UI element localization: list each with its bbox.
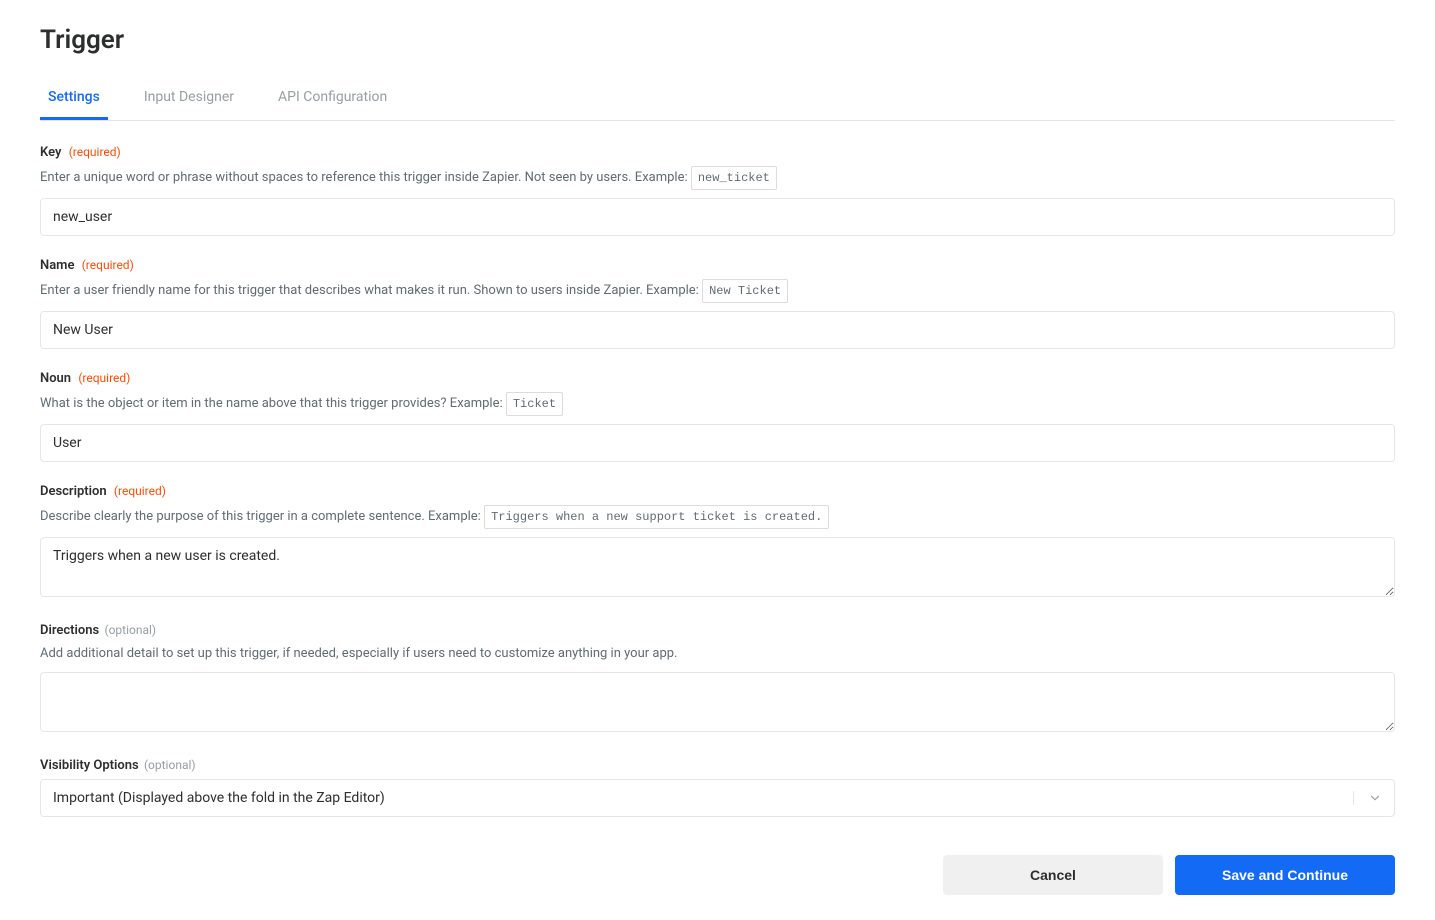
noun-example: Ticket (506, 392, 563, 416)
noun-help-text: What is the object or item in the name a… (40, 396, 503, 411)
description-label-text: Description (40, 484, 107, 499)
key-label: Key (required) (40, 145, 1395, 160)
visibility-label-text: Visibility Options (40, 758, 139, 773)
tab-input-designer[interactable]: Input Designer (136, 79, 242, 120)
noun-label-text: Noun (40, 371, 71, 386)
tab-settings[interactable]: Settings (40, 79, 108, 120)
tabs-container: Settings Input Designer API Configuratio… (40, 79, 1395, 121)
field-noun: Noun (required) What is the object or it… (40, 371, 1395, 462)
description-help-text: Describe clearly the purpose of this tri… (40, 509, 481, 524)
chevron-down-icon (1353, 791, 1382, 805)
name-input[interactable] (40, 311, 1395, 349)
description-help: Describe clearly the purpose of this tri… (40, 505, 1395, 529)
optional-tag: (optional) (144, 758, 196, 772)
name-help-text: Enter a user friendly name for this trig… (40, 283, 699, 298)
field-key: Key (required) Enter a unique word or ph… (40, 145, 1395, 236)
directions-label: Directions (optional) (40, 623, 1395, 638)
noun-help: What is the object or item in the name a… (40, 392, 1395, 416)
cancel-button[interactable]: Cancel (943, 855, 1163, 895)
visibility-select[interactable]: Important (Displayed above the fold in t… (40, 779, 1395, 817)
name-label: Name (required) (40, 258, 1395, 273)
required-tag: (required) (114, 484, 166, 498)
field-visibility: Visibility Options (optional) Important … (40, 758, 1395, 817)
required-tag: (required) (78, 371, 130, 385)
required-tag: (required) (69, 145, 121, 159)
key-example: new_ticket (691, 166, 777, 190)
field-name: Name (required) Enter a user friendly na… (40, 258, 1395, 349)
noun-label: Noun (required) (40, 371, 1395, 386)
tab-api-configuration[interactable]: API Configuration (270, 79, 395, 120)
visibility-value: Important (Displayed above the fold in t… (53, 790, 1353, 806)
save-button[interactable]: Save and Continue (1175, 855, 1395, 895)
required-tag: (required) (82, 258, 134, 272)
key-help: Enter a unique word or phrase without sp… (40, 166, 1395, 190)
description-label: Description (required) (40, 484, 1395, 499)
directions-input[interactable] (40, 672, 1395, 732)
visibility-label: Visibility Options (optional) (40, 758, 1395, 773)
field-description: Description (required) Describe clearly … (40, 484, 1395, 601)
optional-tag: (optional) (104, 623, 156, 637)
description-input[interactable]: Triggers when a new user is created. (40, 537, 1395, 597)
description-example: Triggers when a new support ticket is cr… (484, 505, 829, 529)
field-directions: Directions (optional) Add additional det… (40, 623, 1395, 736)
key-input[interactable] (40, 198, 1395, 236)
button-row: Cancel Save and Continue (40, 855, 1395, 895)
key-help-text: Enter a unique word or phrase without sp… (40, 170, 688, 185)
directions-label-text: Directions (40, 623, 99, 638)
noun-input[interactable] (40, 424, 1395, 462)
page-title: Trigger (40, 25, 1395, 55)
name-help: Enter a user friendly name for this trig… (40, 279, 1395, 303)
name-example: New Ticket (702, 279, 788, 303)
key-label-text: Key (40, 145, 61, 160)
directions-help: Add additional detail to set up this tri… (40, 644, 1395, 664)
name-label-text: Name (40, 258, 74, 273)
